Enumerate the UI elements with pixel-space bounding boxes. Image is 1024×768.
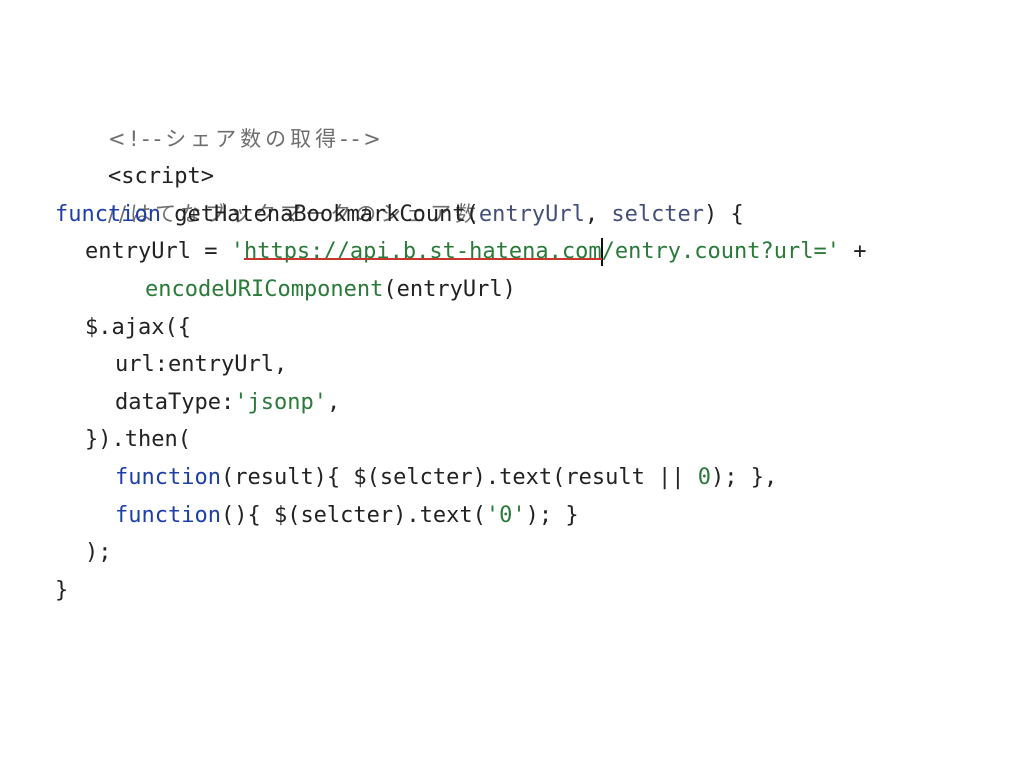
code-line-5: entryUrl = 'https://api.b.st-hatena.com /…: [55, 233, 995, 271]
code-line-13: );: [55, 534, 995, 572]
string-quote-open: ': [230, 239, 244, 265]
assignment-lhs: entryUrl =: [85, 239, 231, 265]
code-line-1: <!--シェア数の取得-->: [55, 83, 995, 151]
success-function-body: (result){ $(selcter).text(result ||: [220, 464, 698, 490]
ajax-datatype-comma: ,: [326, 389, 341, 415]
ajax-datatype-value: 'jsonp': [234, 389, 327, 415]
encode-function: encodeURIComponent: [145, 276, 384, 302]
function-close-brace: }: [55, 577, 69, 603]
fail-function-body: (){ $(selcter).text(: [220, 502, 486, 528]
ajax-call: $.ajax({: [85, 314, 191, 340]
url-path-string: /entry.count?url=': [601, 239, 840, 265]
default-zero-number: 0: [697, 464, 712, 490]
function-keyword: function: [55, 201, 161, 227]
function-open-brace: ) {: [704, 201, 744, 227]
code-line-8: url:entryUrl,: [55, 346, 995, 384]
success-function-end: ); },: [711, 464, 778, 490]
code-line-7: $.ajax({: [55, 309, 995, 347]
url-text: https://api.b.st-hatena.com: [243, 239, 602, 265]
code-line-4: function getHatenaBookmarkCount(entryUrl…: [55, 196, 995, 234]
code-line-14: }: [55, 572, 995, 610]
code-line-12: function(){ $(selcter).text('0'); }: [55, 497, 995, 535]
ajax-datatype-key: dataType:: [115, 389, 235, 415]
concat-operator: +: [840, 239, 867, 265]
param-entryurl: entryUrl: [478, 201, 585, 227]
highlight-underline: [243, 258, 602, 261]
code-line-10: }).then(: [55, 421, 995, 459]
function-name: getHatenaBookmarkCount(: [160, 201, 479, 227]
encode-argument: (entryUrl): [383, 276, 516, 302]
success-function-keyword: function: [115, 464, 221, 490]
param-separator: ,: [584, 201, 612, 227]
code-editor[interactable]: <!--シェア数の取得--> <script> //はてなブックマークのシェア数…: [55, 83, 995, 609]
fail-function-keyword: function: [115, 502, 221, 528]
zero-string: '0': [485, 502, 526, 528]
code-line-11: function(result){ $(selcter).text(result…: [55, 459, 995, 497]
highlighted-url: https://api.b.st-hatena.com: [243, 239, 602, 265]
param-selcter: selcter: [611, 201, 705, 227]
then-call: }).then(: [85, 427, 191, 453]
fail-function-end: ); }: [525, 502, 579, 528]
code-line-2: <script>: [55, 121, 995, 189]
code-line-9: dataType:'jsonp',: [55, 384, 995, 422]
code-line-3: //はてなブックマークのシェア数: [55, 158, 995, 226]
code-line-6: encodeURIComponent(entryUrl): [55, 271, 995, 309]
ajax-url-option: url:entryUrl,: [115, 352, 288, 378]
then-close: );: [85, 540, 112, 566]
